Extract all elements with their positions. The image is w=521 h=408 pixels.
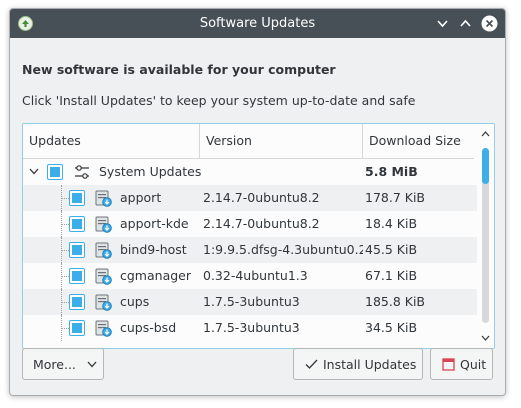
window-title: Software Updates [199, 16, 316, 31]
quit-label: Quit [460, 357, 487, 372]
package-version: 1.7.5-3ubuntu3 [203, 320, 300, 335]
column-header-download-size[interactable]: Download Size [363, 124, 474, 158]
more-button-label: More... [33, 357, 76, 372]
tree-branch-line [61, 276, 69, 277]
table-row[interactable]: cups-bsd 1.7.5-3ubuntu3 34.5 KiB [23, 315, 481, 341]
scroll-up-arrow-icon[interactable] [481, 131, 490, 137]
package-size: 178.7 KiB [365, 190, 426, 205]
table-body: System Updates 5.8 MiB apport 2.14.7-0ub… [23, 159, 481, 341]
package-icon [95, 268, 112, 285]
close-icon[interactable] [481, 15, 498, 32]
tree-branch-line [61, 328, 69, 329]
table-row[interactable]: bind9-host 1:9.9.5.dfsg-4.3ubuntu0.2 45.… [23, 237, 481, 263]
chevron-down-icon [87, 361, 97, 368]
package-name: apport [120, 190, 162, 205]
row-checkbox[interactable] [69, 242, 85, 258]
package-name: bind9-host [120, 242, 187, 257]
column-header-version[interactable]: Version [200, 124, 363, 158]
software-updates-window: Software Updates New software is availab… [9, 8, 506, 396]
package-size: 185.8 KiB [365, 294, 426, 309]
package-version: 0.32-4ubuntu1.3 [203, 268, 308, 283]
tree-branch-line [61, 302, 69, 303]
title-bar: Software Updates [10, 9, 505, 38]
row-checkbox[interactable] [69, 268, 85, 284]
package-version: 1.7.5-3ubuntu3 [203, 294, 300, 309]
instructions-text: Click 'Install Updates' to keep your sys… [22, 93, 416, 108]
install-updates-button[interactable]: Install Updates [293, 348, 423, 380]
quit-icon [442, 358, 455, 371]
package-version: 1:9.9.5.dfsg-4.3ubuntu0.2 [203, 242, 363, 257]
package-icon [95, 216, 112, 233]
package-version: 2.14.7-0ubuntu8.2 [203, 190, 320, 205]
package-name: apport-kde [120, 216, 189, 231]
package-size: 45.5 KiB [365, 242, 418, 257]
group-name: System Updates [99, 164, 202, 179]
more-button[interactable]: More... [22, 348, 104, 380]
scrollbar-thumb[interactable] [482, 148, 489, 184]
package-version: 2.14.7-0ubuntu8.2 [203, 216, 320, 231]
chevron-down-icon[interactable] [29, 168, 39, 175]
page-heading: New software is available for your compu… [22, 62, 336, 77]
row-checkbox[interactable] [69, 190, 85, 206]
table-row[interactable]: apport-kde 2.14.7-0ubuntu8.2 18.4 KiB [23, 211, 481, 237]
package-name: cups-bsd [120, 320, 177, 335]
tree-branch-line [61, 224, 69, 225]
tree-branch-line [61, 198, 69, 199]
package-icon [95, 320, 112, 337]
chevron-up-icon[interactable] [457, 15, 474, 32]
settings-sliders-icon [75, 165, 89, 179]
column-header-updates[interactable]: Updates [23, 124, 200, 158]
package-icon [95, 242, 112, 259]
tree-branch-line [61, 250, 69, 251]
scroll-down-arrow-icon[interactable] [481, 335, 490, 341]
table-row[interactable]: cups 1.7.5-3ubuntu3 185.8 KiB [23, 289, 481, 315]
chevron-down-icon[interactable] [434, 15, 451, 32]
table-row[interactable]: cgmanager 0.32-4ubuntu1.3 67.1 KiB [23, 263, 481, 289]
table-header: Updates Version Download Size [23, 124, 474, 159]
vertical-scrollbar[interactable] [477, 124, 494, 348]
package-icon [95, 190, 112, 207]
checkmark-icon [305, 359, 318, 369]
package-name: cups [120, 294, 150, 309]
updates-tree[interactable]: Updates Version Download Size System Upd… [22, 123, 495, 349]
quit-button[interactable]: Quit [430, 348, 493, 380]
group-checkbox[interactable] [47, 164, 63, 180]
package-size: 18.4 KiB [365, 216, 418, 231]
table-row[interactable]: apport 2.14.7-0ubuntu8.2 178.7 KiB [23, 185, 481, 211]
row-checkbox[interactable] [69, 294, 85, 310]
install-updates-label: Install Updates [323, 357, 417, 372]
row-checkbox[interactable] [69, 216, 85, 232]
package-size: 67.1 KiB [365, 268, 418, 283]
package-icon [95, 294, 112, 311]
package-size: 34.5 KiB [365, 320, 418, 335]
package-name: cgmanager [120, 268, 191, 283]
group-row-system-updates[interactable]: System Updates 5.8 MiB [23, 159, 481, 185]
group-size: 5.8 MiB [365, 164, 418, 179]
row-checkbox[interactable] [69, 320, 85, 336]
